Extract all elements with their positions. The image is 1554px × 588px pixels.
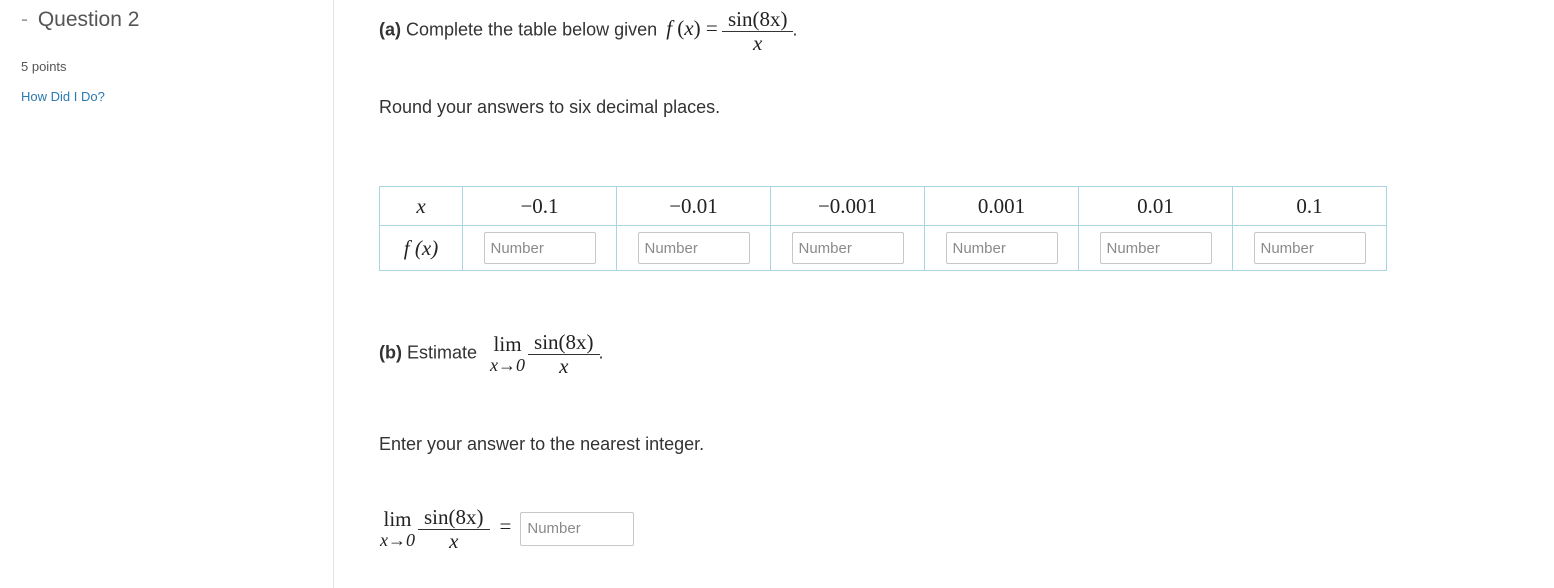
- fx-input-cell: [770, 225, 925, 271]
- part-a-denominator: x: [721, 31, 794, 54]
- part-a-fraction: sin(8x) x: [721, 7, 794, 54]
- how-did-i-do-link[interactable]: How Did I Do?: [21, 89, 105, 104]
- fx-input-cell: [1078, 225, 1233, 271]
- part-b-prompt: (b) Estimate lim x→0 sin(8x) x .: [379, 330, 604, 378]
- limit-answer-input[interactable]: [520, 511, 635, 546]
- part-a-instruction: Round your answers to six decimal places…: [379, 97, 721, 117]
- x-value-cell: −0.01: [616, 186, 771, 226]
- row-header-x: x: [379, 186, 463, 226]
- part-b-text: Estimate: [407, 342, 478, 363]
- part-b-limit: lim x→0: [490, 331, 526, 375]
- question-points: 5 points: [21, 59, 67, 74]
- table-row-x: x −0.1 −0.01 −0.001 0.001 0.01 0.1: [379, 186, 1387, 226]
- x-value-cell: −0.001: [770, 186, 925, 226]
- fx-input-1[interactable]: [483, 232, 596, 264]
- fx-input-cell: [616, 225, 771, 271]
- part-b-numerator: sin(8x): [534, 330, 594, 354]
- answer-denominator: x: [418, 529, 490, 552]
- part-a-prompt: (a) Complete the table below given f (x)…: [379, 7, 798, 55]
- question-sidebar: - Question 2 5 points How Did I Do?: [0, 0, 334, 588]
- x-value-cell: 0.001: [924, 186, 1079, 226]
- fx-input-4[interactable]: [945, 232, 1058, 264]
- part-b-instruction: Enter your answer to the nearest integer…: [379, 434, 705, 454]
- row-header-fx: f (x): [379, 225, 463, 271]
- answer-limit: lim x→0: [380, 506, 415, 550]
- part-b-denominator: x: [528, 354, 600, 377]
- fx-input-cell: [1232, 225, 1387, 271]
- fx-input-2[interactable]: [637, 232, 750, 264]
- fx-input-5[interactable]: [1099, 232, 1212, 264]
- part-a-label: (a): [379, 19, 401, 40]
- answer-row: lim x→0 sin(8x) x =: [380, 505, 635, 552]
- fx-input-cell: [462, 225, 617, 271]
- question-title-text: Question 2: [37, 8, 140, 31]
- question-title: - Question 2: [21, 8, 139, 32]
- part-b-label: (b): [379, 342, 402, 363]
- part-b-fraction: sin(8x) x: [528, 330, 600, 377]
- table-row-fx: f (x): [379, 225, 1387, 271]
- answer-numerator: sin(8x): [424, 505, 484, 529]
- equals-sign: =: [499, 514, 512, 539]
- part-a-function: f (x) =: [666, 16, 723, 41]
- collapse-dash[interactable]: -: [21, 8, 28, 31]
- values-table: x −0.1 −0.01 −0.001 0.001 0.01 0.1 f (x): [379, 186, 1387, 271]
- fx-input-6[interactable]: [1253, 232, 1366, 264]
- part-a-numerator: sin(8x): [727, 7, 788, 31]
- x-value-cell: 0.01: [1078, 186, 1233, 226]
- x-value-cell: −0.1: [462, 186, 617, 226]
- part-a-text: Complete the table below given: [406, 19, 658, 40]
- fx-input-cell: [924, 225, 1079, 271]
- x-value-cell: 0.1: [1232, 186, 1387, 226]
- fx-input-3[interactable]: [791, 232, 904, 264]
- answer-fraction: sin(8x) x: [418, 505, 490, 552]
